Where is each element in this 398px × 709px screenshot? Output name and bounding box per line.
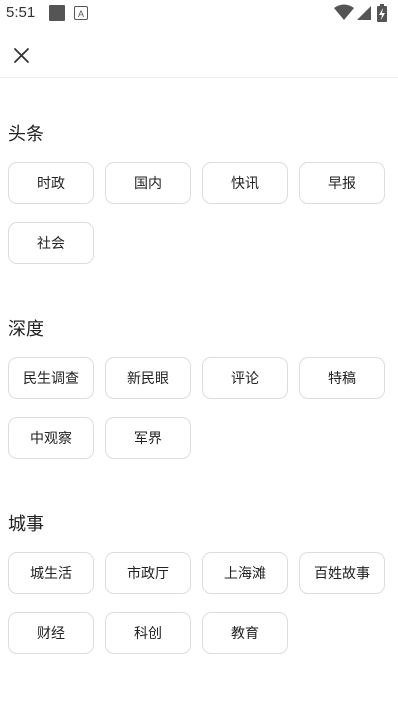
battery-charging-icon (377, 4, 387, 22)
chip-shanghaitan[interactable]: 上海滩 (202, 552, 288, 594)
status-time: 5:51 (6, 4, 36, 21)
chip-zaobao[interactable]: 早报 (299, 162, 385, 204)
chip-kuaixun[interactable]: 快讯 (202, 162, 288, 204)
section-title-chengshi: 城事 (8, 514, 44, 535)
close-icon (14, 48, 29, 63)
chip-zhongguancha[interactable]: 中观察 (8, 417, 94, 459)
chip-minsheng-diaocha[interactable]: 民生调查 (8, 357, 94, 399)
chip-chengshenghuo[interactable]: 城生活 (8, 552, 94, 594)
chip-caijing[interactable]: 财经 (8, 612, 94, 654)
section-title-shendu: 深度 (8, 319, 44, 340)
chip-guonei[interactable]: 国内 (105, 162, 191, 204)
signal-icon (357, 6, 371, 20)
chip-shizhengting[interactable]: 市政厅 (105, 552, 191, 594)
chip-xinminyan[interactable]: 新民眼 (105, 357, 191, 399)
a-notification-icon: A (74, 6, 88, 20)
wifi-icon (334, 4, 354, 20)
chip-pinglun[interactable]: 评论 (202, 357, 288, 399)
chip-shehui[interactable]: 社会 (8, 222, 94, 264)
chip-tegao[interactable]: 特稿 (299, 357, 385, 399)
chip-kechuang[interactable]: 科创 (105, 612, 191, 654)
toolbar (0, 28, 398, 78)
close-button[interactable] (6, 40, 36, 70)
status-icons (334, 4, 392, 22)
chip-junjie[interactable]: 军界 (105, 417, 191, 459)
status-bar: 5:51 A (0, 0, 398, 28)
chip-baixing-gushi[interactable]: 百姓故事 (299, 552, 385, 594)
chip-jiaoyu[interactable]: 教育 (202, 612, 288, 654)
chip-shizheng[interactable]: 时政 (8, 162, 94, 204)
notification-square-icon (49, 5, 65, 21)
section-title-toutiao: 头条 (8, 124, 44, 145)
